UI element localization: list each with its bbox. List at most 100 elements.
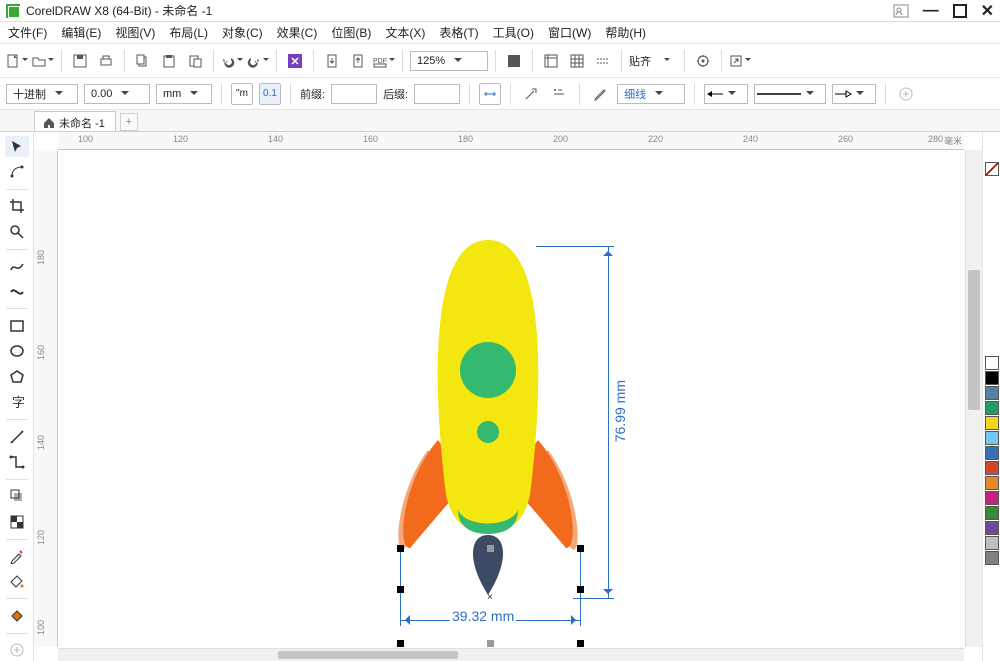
clipboard-button[interactable] [184, 50, 206, 72]
smart-fill-tool[interactable] [5, 605, 29, 626]
connector-tool[interactable] [5, 451, 29, 472]
search-content-button[interactable] [284, 50, 306, 72]
menu-object[interactable]: 对象(C) [222, 24, 263, 41]
color-swatch[interactable] [985, 491, 999, 505]
print-button[interactable] [95, 50, 117, 72]
color-swatch[interactable] [985, 506, 999, 520]
menu-window[interactable]: 窗口(W) [548, 24, 591, 41]
color-swatch[interactable] [985, 461, 999, 475]
dimension-style-select[interactable]: 十进制 [6, 84, 78, 104]
selection-handle-bl[interactable] [397, 640, 404, 647]
scroll-thumb[interactable] [968, 270, 980, 410]
start-arrowhead-select[interactable] [704, 84, 748, 104]
selection-handle-bc[interactable] [487, 640, 494, 647]
height-dimension-value[interactable]: 76.99 mm [612, 380, 628, 442]
end-arrowhead-select[interactable] [832, 84, 876, 104]
selection-handle-mr[interactable] [577, 586, 584, 593]
publish-pdf-button[interactable]: PDF [373, 50, 395, 72]
color-swatch[interactable] [985, 371, 999, 385]
import-button[interactable] [321, 50, 343, 72]
dimension-tool[interactable] [5, 426, 29, 447]
drawing-canvas[interactable]: 39.32 mm 76.99 mm × [58, 150, 964, 647]
suffix-input[interactable] [414, 84, 460, 104]
fullscreen-preview-button[interactable] [503, 50, 525, 72]
redo-button[interactable] [247, 50, 269, 72]
zoom-tool[interactable] [5, 221, 29, 242]
show-units-button[interactable]: "m [231, 83, 253, 105]
paste-button[interactable] [158, 50, 180, 72]
show-guides-button[interactable] [592, 50, 614, 72]
crop-tool[interactable] [5, 196, 29, 217]
selection-handle-ml[interactable] [397, 586, 404, 593]
prefix-input[interactable] [331, 84, 377, 104]
zoom-level-select[interactable]: 125% [410, 51, 488, 71]
color-swatch[interactable] [985, 536, 999, 550]
shape-tool[interactable] [5, 161, 29, 182]
close-button[interactable]: ✕ [981, 1, 994, 21]
expand-toolbox-button[interactable] [5, 640, 29, 661]
height-dimension-line[interactable] [608, 246, 609, 599]
selection-handle-tr[interactable] [577, 545, 584, 552]
selection-handle-tc[interactable] [487, 545, 494, 552]
color-swatch[interactable] [985, 446, 999, 460]
selection-handle-tl[interactable] [397, 545, 404, 552]
outline-width-select[interactable]: 细线 [617, 84, 685, 104]
width-dimension-value[interactable]: 39.32 mm [450, 608, 516, 624]
rectangle-tool[interactable] [5, 315, 29, 336]
maximize-button[interactable] [953, 4, 967, 18]
color-swatch[interactable] [985, 416, 999, 430]
horizontal-scrollbar[interactable] [58, 648, 964, 661]
show-grid-button[interactable] [566, 50, 588, 72]
color-swatch[interactable] [985, 386, 999, 400]
undo-button[interactable] [221, 50, 243, 72]
snap-to-dropdown[interactable] [655, 50, 677, 72]
transparency-tool[interactable] [5, 511, 29, 532]
eyedropper-tool[interactable] [5, 545, 29, 566]
document-tab[interactable]: 未命名 -1 [34, 111, 116, 131]
options-button[interactable] [692, 50, 714, 72]
copy-button[interactable] [132, 50, 154, 72]
freehand-tool[interactable] [5, 256, 29, 277]
dimension-precision-select[interactable]: 0.00 [84, 84, 150, 104]
swatch-no-fill[interactable] [985, 162, 999, 176]
selection-handle-br[interactable] [577, 640, 584, 647]
color-swatch[interactable] [985, 476, 999, 490]
launch-app-button[interactable] [729, 50, 751, 72]
pick-tool[interactable] [5, 136, 29, 157]
color-swatch[interactable] [985, 401, 999, 415]
ellipse-tool[interactable] [5, 341, 29, 362]
menu-view[interactable]: 视图(V) [115, 24, 155, 41]
menu-effects[interactable]: 效果(C) [277, 24, 318, 41]
new-tab-button[interactable]: + [120, 113, 138, 131]
horizontal-ruler[interactable]: 100 120 140 160 180 200 220 240 260 280 … [58, 132, 964, 150]
minimize-button[interactable]: — [923, 2, 939, 20]
text-tool[interactable]: 字 [5, 392, 29, 413]
menu-help[interactable]: 帮助(H) [605, 24, 646, 41]
new-document-button[interactable] [6, 50, 28, 72]
menu-edit[interactable]: 编辑(E) [61, 24, 101, 41]
artistic-media-tool[interactable] [5, 281, 29, 302]
color-swatch[interactable] [985, 356, 999, 370]
dynamic-dimension-button[interactable] [479, 83, 501, 105]
menu-tools[interactable]: 工具(O) [493, 24, 534, 41]
menu-file[interactable]: 文件(F) [8, 24, 47, 41]
menu-layout[interactable]: 布局(L) [169, 24, 208, 41]
user-account-icon[interactable] [893, 4, 909, 18]
show-zero-button[interactable]: 0.1 [259, 83, 281, 105]
extension-line-button[interactable] [520, 83, 542, 105]
drop-shadow-tool[interactable] [5, 486, 29, 507]
color-swatch[interactable] [985, 521, 999, 535]
color-swatch[interactable] [985, 551, 999, 565]
vertical-scrollbar[interactable] [965, 150, 982, 647]
menu-text[interactable]: 文本(X) [385, 24, 425, 41]
show-rulers-button[interactable] [540, 50, 562, 72]
color-swatch[interactable] [985, 431, 999, 445]
interactive-fill-tool[interactable] [5, 571, 29, 592]
menu-bitmap[interactable]: 位图(B) [331, 24, 371, 41]
vertical-ruler[interactable]: 180 160 140 120 100 [34, 150, 58, 647]
plus-button[interactable] [895, 83, 917, 105]
save-button[interactable] [69, 50, 91, 72]
open-button[interactable] [32, 50, 54, 72]
scroll-thumb[interactable] [278, 651, 458, 659]
text-position-button[interactable] [548, 83, 570, 105]
